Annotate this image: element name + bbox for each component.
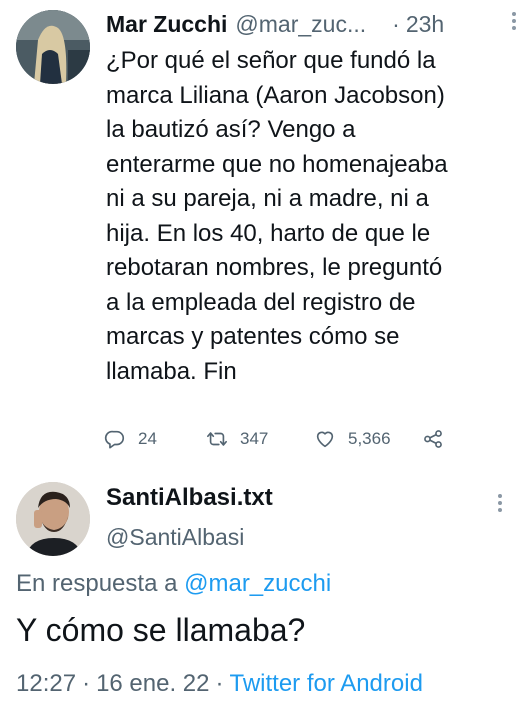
reply-context: En respuesta a @mar_zucchi [16, 570, 331, 598]
tweet-text-line: llamaba. Fin [106, 357, 237, 385]
reply-count: 24 [138, 429, 157, 448]
like-button[interactable]: 5,366 [314, 422, 391, 456]
reply-text: Y cómo se llamaba? [16, 612, 306, 648]
author-handle[interactable]: @mar_zuc... [235, 11, 366, 38]
tweet-text-line: marca Liliana (Aaron Jacobson) [106, 81, 445, 109]
reply-date[interactable]: 16 ene. 22 [96, 670, 209, 697]
avatar-image [16, 482, 90, 556]
more-vertical-icon[interactable] [496, 492, 504, 514]
reply-button[interactable]: 24 [104, 422, 157, 456]
retweet-icon [207, 432, 227, 446]
reply-mention-link[interactable]: @mar_zucchi [184, 570, 331, 597]
tweet-text-line: ¿Por qué el señor que fundó la [106, 47, 436, 74]
tweet-header: Mar Zucchi @mar_zuc... · 23h [106, 6, 512, 42]
avatar-mar-zucchi[interactable] [16, 10, 90, 84]
share-icon [424, 430, 442, 448]
retweet-button[interactable]: 347 [206, 422, 268, 456]
tweet-actions: 24 347 5,366 [104, 422, 514, 456]
author-name[interactable]: Mar Zucchi [106, 11, 227, 38]
heart-icon [316, 431, 334, 448]
reply-source-link[interactable]: Twitter for Android [230, 670, 423, 697]
reply-meta: 12:27 · 16 ene. 22 · Twitter for Android [16, 670, 423, 698]
reply-time[interactable]: 12:27 [16, 670, 76, 697]
reply-author-name[interactable]: SantiAlbasi.txt [106, 484, 273, 512]
meta-separator: · [82, 670, 91, 697]
header-separator: · [392, 10, 400, 37]
reply-context-label: En respuesta a [16, 570, 178, 597]
tweet-text-line: marcas y patentes cómo se [106, 323, 400, 350]
avatar-santi-albasi[interactable] [16, 482, 90, 556]
tweet-text-line: a la empleada del registro de [106, 288, 416, 316]
more-vertical-icon[interactable] [510, 10, 518, 32]
like-count: 5,366 [348, 429, 391, 448]
tweet-text-line: enterarme que no homenajeaba [106, 150, 448, 178]
tweet-text-line: hija. En los 40, harto de que le [106, 219, 431, 247]
meta-separator: · [215, 670, 224, 697]
tweet-text-line: rebotaran nombres, le preguntó [106, 254, 443, 281]
tweet-main: Mar Zucchi @mar_zuc... · 23h ¿Por qué el… [0, 0, 526, 466]
avatar-image [16, 10, 90, 84]
reply-icon [104, 430, 125, 449]
tweet-text-line: la bautizó así? Vengo a [106, 116, 356, 143]
tweet-text-line: ni a su pareja, ni a madre, ni a [106, 185, 429, 212]
tweet-time[interactable]: 23h [406, 11, 444, 38]
share-button[interactable] [422, 422, 456, 456]
reply-author-handle[interactable]: @SantiAlbasi [106, 524, 244, 551]
tweet-text: ¿Por qué el señor que fundó la marca Lil… [106, 44, 516, 389]
retweet-count: 347 [240, 429, 269, 448]
